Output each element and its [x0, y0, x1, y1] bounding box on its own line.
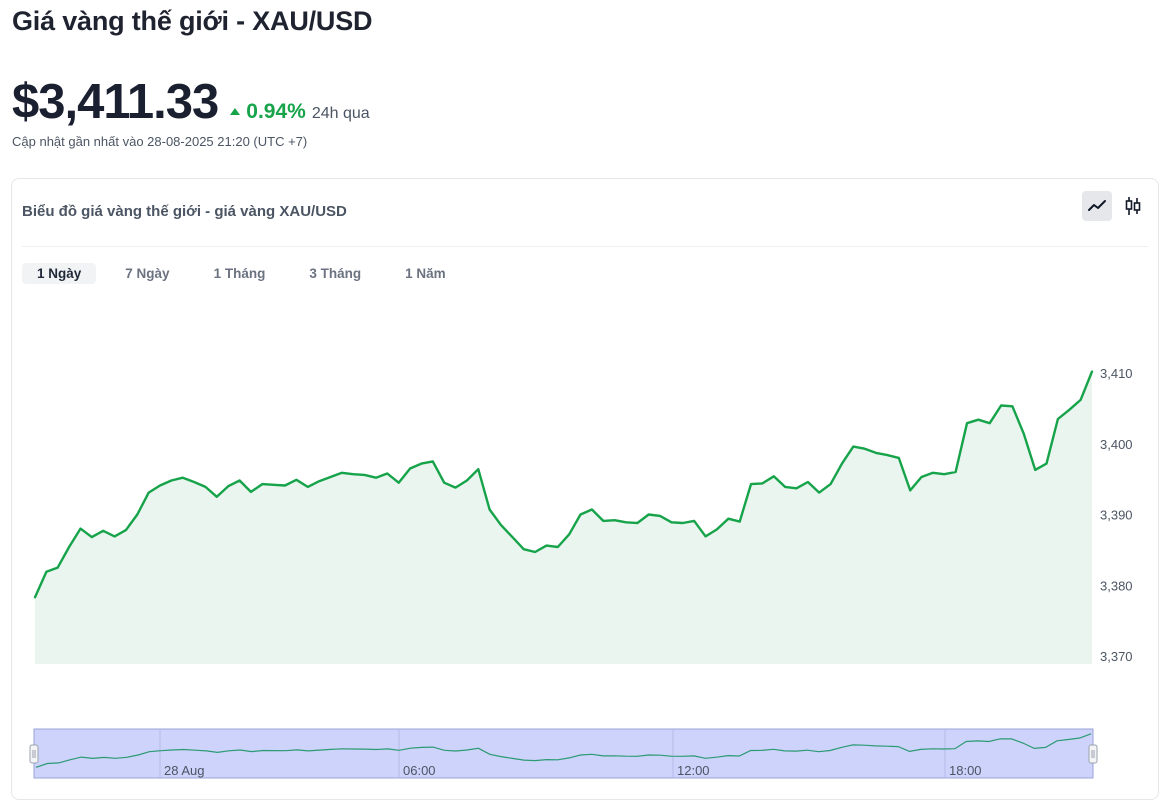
price-area	[35, 371, 1092, 664]
navigator-label: 12:00	[677, 763, 710, 778]
navigator-handle-left[interactable]	[29, 744, 39, 764]
y-tick-label: 3,390	[1100, 508, 1133, 523]
navigator-label: 18:00	[949, 763, 982, 778]
navigator-label: 28 Aug	[164, 763, 205, 778]
y-tick-label: 3,410	[1100, 366, 1133, 381]
y-tick-label: 3,370	[1100, 649, 1133, 664]
navigator-handle-right[interactable]	[1088, 744, 1098, 764]
price-chart[interactable]: 3,410 3,400 3,390 3,380 3,370 28 Aug 06:00 12:0…	[0, 0, 1166, 805]
navigator-label: 06:00	[403, 763, 436, 778]
y-tick-label: 3,380	[1100, 578, 1133, 593]
y-tick-label: 3,400	[1100, 437, 1133, 452]
